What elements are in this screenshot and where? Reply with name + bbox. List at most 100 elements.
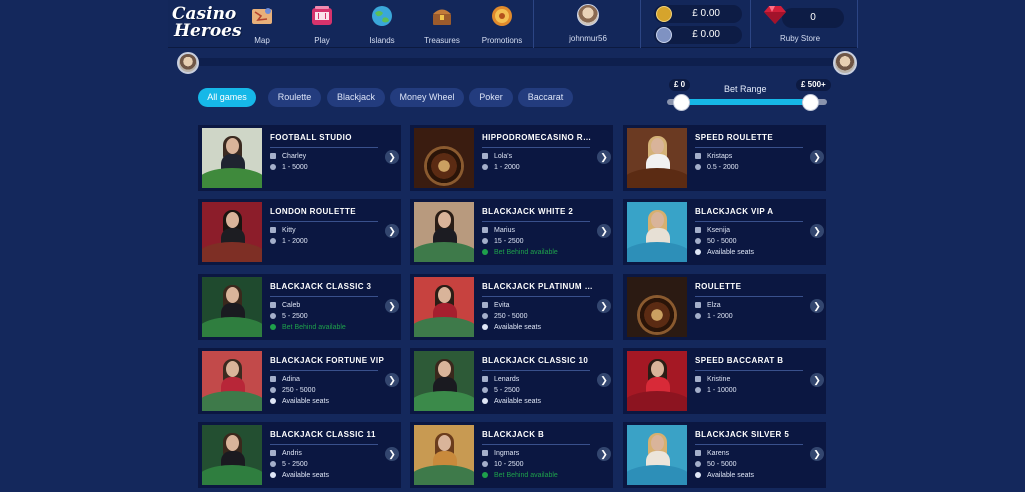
chevron-right-icon[interactable]: ❯	[810, 150, 824, 164]
game-thumbnail[interactable]	[627, 202, 687, 262]
chip-icon	[482, 387, 488, 393]
dealer-icon	[695, 302, 701, 308]
nav-treasures[interactable]: Treasures	[416, 4, 468, 46]
ruby-store-label[interactable]: Ruby Store	[780, 34, 820, 43]
game-card[interactable]: BLACKJACK VIP A Ksenija 50 - 5000 Available…	[623, 199, 826, 265]
game-table	[202, 465, 262, 485]
dealer-head	[226, 138, 239, 154]
game-card[interactable]: BLACKJACK FORTUNE VIP Adina 250 - 5000 Avai…	[198, 348, 401, 414]
bet-range-max-handle[interactable]	[802, 94, 819, 111]
limits-row: 50 - 5000	[695, 238, 737, 245]
chevron-right-icon[interactable]: ❯	[597, 447, 611, 461]
bet-range-max: £ 500+	[796, 79, 831, 91]
game-thumbnail[interactable]	[627, 277, 687, 337]
filter-baccarat[interactable]: Baccarat	[518, 88, 573, 107]
game-thumbnail[interactable]	[202, 277, 262, 337]
cash-balance[interactable]: £ 0.00	[654, 5, 742, 23]
limits-row: 0.5 - 2000	[695, 164, 739, 171]
game-thumbnail[interactable]	[202, 351, 262, 411]
dealer-head	[651, 435, 664, 451]
filter-blackjack[interactable]: Blackjack	[327, 88, 385, 107]
card-divider	[695, 370, 803, 371]
game-card[interactable]: LONDON ROULETTE Kitty 1 - 2000 ❯	[198, 199, 401, 265]
game-card[interactable]: FOOTBALL STUDIO Charley 1 - 5000 ❯	[198, 125, 401, 191]
limits-row: 250 - 5000	[482, 313, 527, 320]
chevron-right-icon[interactable]: ❯	[385, 447, 399, 461]
chevron-right-icon[interactable]: ❯	[385, 299, 399, 313]
game-card[interactable]: SPEED BACCARAT B Kristine 1 - 10000 ❯	[623, 348, 826, 414]
ruby-count-box[interactable]: 0	[782, 8, 844, 28]
chip-icon	[695, 387, 701, 393]
game-thumbnail[interactable]	[414, 351, 474, 411]
filter-poker[interactable]: Poker	[469, 88, 513, 107]
limits-row: 1 - 2000	[270, 238, 308, 245]
seat-icon	[482, 324, 488, 330]
game-title: BLACKJACK CLASSIC 11	[270, 430, 376, 439]
game-title: HIPPODROMECASINO ROULETTE	[482, 133, 597, 142]
dealer-name: Ingmars	[494, 450, 520, 457]
chevron-right-icon[interactable]: ❯	[810, 373, 824, 387]
game-thumbnail[interactable]	[414, 277, 474, 337]
game-thumbnail[interactable]	[627, 351, 687, 411]
game-card[interactable]: BLACKJACK B Ingmars 10 - 2500 Bet Behind av…	[410, 422, 613, 488]
chevron-right-icon[interactable]: ❯	[810, 299, 824, 313]
bet-limits: 1 - 10000	[707, 387, 737, 394]
filter-roulette[interactable]: Roulette	[268, 88, 321, 107]
seat-icon	[695, 472, 701, 478]
dealer-name: Karens	[707, 450, 730, 457]
game-thumbnail[interactable]	[414, 128, 474, 188]
filter-all-games[interactable]: All games	[198, 88, 256, 107]
dealer-icon	[695, 227, 701, 233]
chevron-right-icon[interactable]: ❯	[385, 150, 399, 164]
roulette-wheel-image	[424, 146, 464, 186]
filter-money-wheel[interactable]: Money Wheel	[390, 88, 464, 107]
card-divider	[695, 147, 803, 148]
bet-range-min-handle[interactable]	[673, 94, 690, 111]
game-card[interactable]: HIPPODROMECASINO ROULETTE Lola's 1 - 2000 ❯	[410, 125, 613, 191]
top-bar-left-pad	[0, 0, 168, 48]
game-thumbnail[interactable]	[414, 202, 474, 262]
game-card[interactable]: BLACKJACK SILVER 5 Karens 50 - 5000 Availab…	[623, 422, 826, 488]
game-card[interactable]: BLACKJACK CLASSIC 10 Lenards 5 - 2500 Avail…	[410, 348, 613, 414]
dealer-name: Caleb	[282, 302, 301, 309]
nav-play[interactable]: Play	[296, 4, 348, 46]
game-thumbnail[interactable]	[202, 128, 262, 188]
game-thumbnail[interactable]	[202, 202, 262, 262]
game-thumbnail[interactable]	[414, 425, 474, 485]
game-thumbnail[interactable]	[202, 425, 262, 485]
card-divider	[270, 370, 378, 371]
bet-range-min: £ 0	[669, 79, 691, 91]
dealer-row: Kitty	[270, 227, 296, 234]
dealer-name: Lola's	[494, 153, 513, 160]
chevron-right-icon[interactable]: ❯	[810, 224, 824, 238]
limits-row: 50 - 5000	[695, 461, 737, 468]
chevron-right-icon[interactable]: ❯	[597, 224, 611, 238]
limits-row: 1 - 5000	[270, 164, 308, 171]
chevron-right-icon[interactable]: ❯	[597, 299, 611, 313]
nav-map[interactable]: Map	[236, 4, 288, 46]
game-card[interactable]: SPEED ROULETTE Kristaps 0.5 - 2000 ❯	[623, 125, 826, 191]
game-table	[414, 242, 474, 262]
game-thumbnail[interactable]	[627, 425, 687, 485]
chevron-right-icon[interactable]: ❯	[385, 224, 399, 238]
game-card[interactable]: BLACKJACK PLATINUM VIP Evita 250 - 5000 Ava…	[410, 274, 613, 340]
casino-heroes-logo[interactable]: Casino Heroes	[172, 6, 242, 44]
bonus-balance[interactable]: £ 0.00	[654, 26, 742, 44]
game-card[interactable]: BLACKJACK CLASSIC 11 Andris 5 - 2500 Availa…	[198, 422, 401, 488]
nav-promotions[interactable]: Promotions	[476, 4, 528, 46]
chevron-right-icon[interactable]: ❯	[597, 373, 611, 387]
chevron-right-icon[interactable]: ❯	[597, 150, 611, 164]
seat-status: Bet Behind available	[494, 472, 558, 479]
game-card[interactable]: ROULETTE Elza 1 - 2000 ❯	[623, 274, 826, 340]
chevron-right-icon[interactable]: ❯	[810, 447, 824, 461]
dealer-head	[438, 435, 451, 451]
game-card[interactable]: BLACKJACK WHITE 2 Marius 15 - 2500 Bet Behi…	[410, 199, 613, 265]
user-profile[interactable]: johnmur56	[560, 4, 616, 46]
chip-icon	[482, 238, 488, 244]
chevron-right-icon[interactable]: ❯	[385, 373, 399, 387]
game-card[interactable]: BLACKJACK CLASSIC 3 Caleb 5 - 2500 Bet Behi…	[198, 274, 401, 340]
dealer-icon	[270, 302, 276, 308]
game-title: BLACKJACK CLASSIC 10	[482, 356, 589, 365]
nav-islands[interactable]: Islands	[356, 4, 408, 46]
game-thumbnail[interactable]	[627, 128, 687, 188]
